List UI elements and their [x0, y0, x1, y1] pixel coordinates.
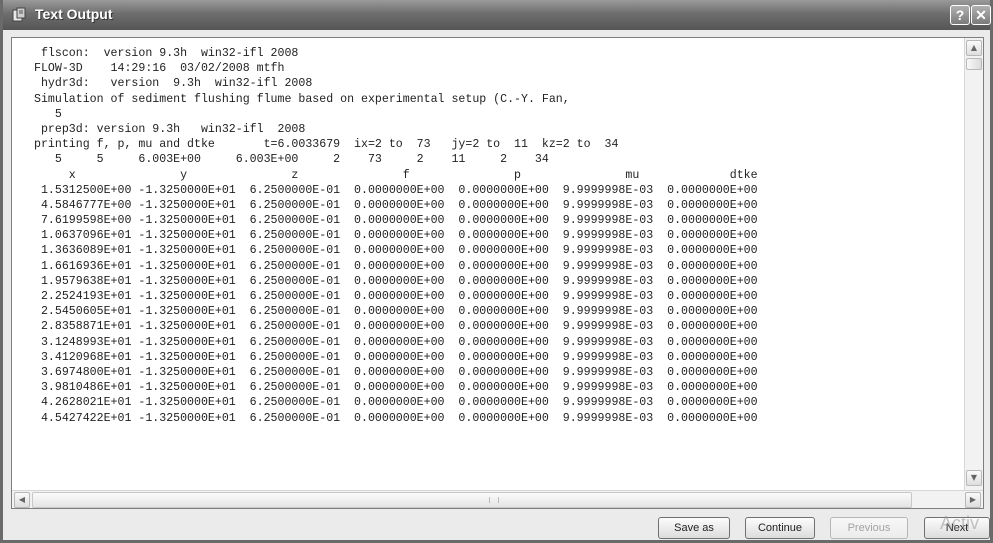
output-line: printing f, p, mu and dtke t=6.0033679 i…	[34, 138, 619, 152]
output-line: 4.2628021E+01 -1.3250000E+01 6.2500000E-…	[34, 396, 758, 410]
save-as-button[interactable]: Save as	[658, 517, 730, 539]
title-bar[interactable]: Text Output ? ✕	[3, 0, 991, 30]
output-line: x y z f p mu dtke	[34, 168, 758, 182]
output-line: hydr3d: version 9.3h win32-ifl 2008	[34, 77, 313, 91]
close-button[interactable]: ✕	[971, 5, 991, 25]
scroll-right-icon[interactable]: ▶	[965, 492, 981, 508]
scroll-down-icon[interactable]: ▼	[966, 470, 982, 486]
output-line: 1.0637096E+01 -1.3250000E+01 6.2500000E-…	[34, 229, 758, 243]
text-output-area[interactable]: flscon: version 9.3h win32-ifl 2008 FLOW-…	[11, 37, 984, 509]
output-line: FLOW-3D 14:29:16 03/02/2008 mtfh	[34, 62, 285, 76]
help-button[interactable]: ?	[950, 5, 970, 25]
vertical-scroll-thumb[interactable]	[966, 58, 982, 70]
output-line: 3.4120968E+01 -1.3250000E+01 6.2500000E-…	[34, 350, 758, 364]
window-title: Text Output	[35, 6, 113, 22]
text-output-window: Text Output ? ✕ flscon: version 9.3h win…	[0, 0, 993, 543]
output-line: 3.9810486E+01 -1.3250000E+01 6.2500000E-…	[34, 381, 758, 395]
vertical-scrollbar[interactable]: ▲ ▼	[964, 38, 983, 490]
output-line: 7.6199598E+00 -1.3250000E+01 6.2500000E-…	[34, 214, 758, 228]
previous-button[interactable]: Previous	[830, 517, 908, 539]
output-line: 4.5846777E+00 -1.3250000E+01 6.2500000E-…	[34, 198, 758, 212]
output-line: Simulation of sediment flushing flume ba…	[34, 92, 570, 106]
output-line: 3.6974800E+01 -1.3250000E+01 6.2500000E-…	[34, 365, 758, 379]
output-line: 2.2524193E+01 -1.3250000E+01 6.2500000E-…	[34, 290, 758, 303]
output-line: 1.5312500E+00 -1.3250000E+01 6.2500000E-…	[34, 183, 758, 197]
output-line: 1.6616936E+01 -1.3250000E+01 6.2500000E-…	[34, 259, 758, 273]
output-line: prep3d: version 9.3h win32-ifl 2008	[34, 122, 306, 136]
output-line: 5 5 6.003E+00 6.003E+00 2 73 2 11 2 34	[34, 153, 549, 167]
scroll-left-icon[interactable]: ◀	[14, 492, 30, 508]
output-line: 1.9579638E+01 -1.3250000E+01 6.2500000E-…	[34, 274, 758, 288]
output-line: 2.5450605E+01 -1.3250000E+01 6.2500000E-…	[34, 305, 758, 319]
horizontal-scrollbar[interactable]: ◀ ▶	[12, 490, 983, 508]
scroll-grip-icon	[489, 497, 499, 503]
output-line: 4.5427422E+01 -1.3250000E+01 6.2500000E-…	[34, 411, 758, 425]
output-line: 5	[34, 107, 62, 121]
output-text: flscon: version 9.3h win32-ifl 2008 FLOW-…	[12, 38, 963, 490]
next-button[interactable]: Next	[924, 517, 990, 539]
output-line: 1.3636089E+01 -1.3250000E+01 6.2500000E-…	[34, 244, 758, 258]
horizontal-scroll-thumb[interactable]	[32, 492, 912, 508]
app-window-icon	[11, 7, 27, 23]
output-line: flscon: version 9.3h win32-ifl 2008	[34, 47, 299, 60]
continue-button[interactable]: Continue	[745, 517, 815, 539]
scroll-up-icon[interactable]: ▲	[966, 40, 982, 56]
output-line: 3.1248993E+01 -1.3250000E+01 6.2500000E-…	[34, 335, 758, 349]
output-line: 2.8358871E+01 -1.3250000E+01 6.2500000E-…	[34, 320, 758, 334]
